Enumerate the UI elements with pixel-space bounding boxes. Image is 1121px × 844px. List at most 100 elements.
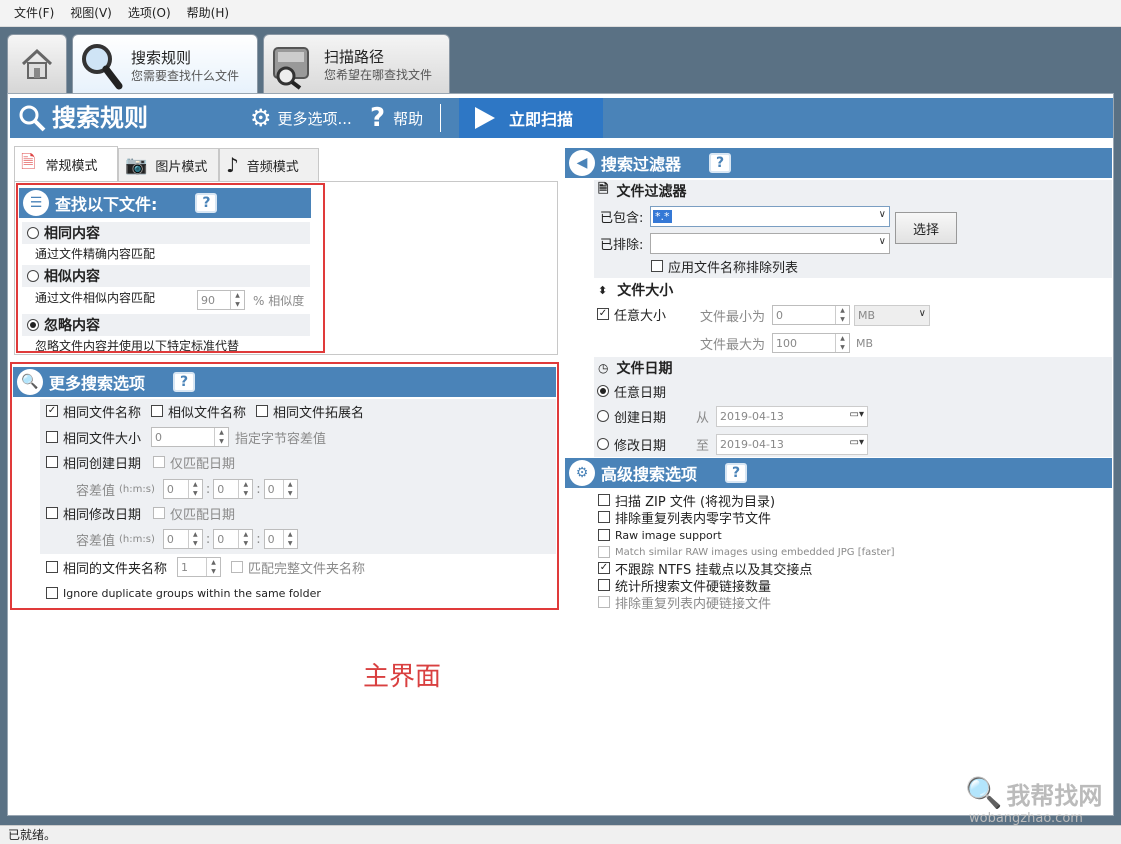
scan-now-button[interactable]: 立即扫描 — [459, 98, 603, 138]
gear-icon: ⚙ — [250, 104, 272, 132]
exclude-combo[interactable]: ∨ — [650, 232, 890, 254]
match-raw-checkbox[interactable] — [598, 546, 610, 558]
tab-image-mode[interactable]: 📷 图片模式 — [118, 148, 219, 181]
choose-button[interactable]: 选择 — [895, 212, 957, 244]
document-icon: 🗎 — [598, 182, 609, 197]
advanced-item: 统计所搜索文件硬链接数量 — [598, 577, 771, 595]
camera-icon: 📷 — [125, 154, 148, 176]
raw-image-label: Raw image support — [615, 528, 722, 542]
from-date-picker[interactable]: 2019-04-13 ▭▾ — [716, 405, 868, 427]
file-filter-label: 文件过滤器 — [616, 184, 687, 200]
menu-help[interactable]: 帮助(H) — [179, 0, 237, 27]
chevron-down-icon: ∨ — [878, 208, 886, 220]
clock-icon: ◷ — [598, 361, 609, 375]
advanced-item: ✓ 不跟踪 NTFS 挂载点以及其交接点 — [598, 560, 812, 578]
annotation-box — [10, 362, 559, 610]
match-raw-label: Match similar RAW images using embedded … — [615, 546, 895, 558]
include-row: 已包含: *.* ∨ — [600, 205, 890, 227]
any-size-checkbox[interactable]: ✓ — [597, 308, 609, 320]
calendar-icon: ▭▾ — [849, 436, 864, 448]
raw-image-checkbox[interactable] — [598, 529, 610, 541]
any-date-radio[interactable] — [597, 385, 609, 397]
apply-exclude-label: 应用文件名称排除列表 — [668, 260, 799, 276]
gear-icon: ⚙ — [569, 460, 595, 486]
tab-scan-path[interactable]: 扫描路径 您希望在哪查找文件 — [263, 34, 450, 94]
advanced-header: ⚙ 高级搜索选项 ? — [565, 458, 1112, 488]
menu-view[interactable]: 视图(V) — [62, 0, 120, 27]
exclude-hardlink-checkbox[interactable] — [598, 596, 610, 608]
tab-home[interactable] — [7, 34, 67, 93]
no-ntfs-checkbox[interactable]: ✓ — [598, 562, 610, 574]
more-options-button[interactable]: ⚙ 更多选项... — [250, 98, 352, 138]
size-unit-combo[interactable]: MB ∨ — [854, 304, 930, 326]
file-size-label: 文件大小 — [617, 283, 674, 299]
modified-date-row: 修改日期 至 2019-04-13 ▭▾ — [597, 433, 868, 455]
from-label: 从 — [696, 410, 710, 426]
magnifier-icon: 🔍 — [965, 776, 1003, 811]
scan-zip-checkbox[interactable] — [598, 494, 610, 506]
created-date-row: 创建日期 从 2019-04-13 ▭▾ — [597, 405, 868, 427]
status-bar: 已就绪。 — [0, 825, 1121, 844]
modified-date-label: 修改日期 — [614, 438, 667, 454]
tab-search-title: 搜索规则 — [131, 48, 192, 67]
advanced-item: 排除重复列表内零字节文件 — [598, 509, 772, 527]
modified-date-radio[interactable] — [597, 438, 609, 450]
caption-text: 主界面 — [363, 662, 442, 692]
magnifier-icon — [82, 43, 123, 89]
min-size-label: 文件最小为 — [700, 309, 766, 325]
created-date-label: 创建日期 — [614, 410, 667, 426]
max-unit-label: MB — [856, 336, 874, 350]
music-note-icon: ♪ — [226, 153, 239, 177]
help-button[interactable]: ? 帮助 — [370, 98, 423, 138]
chevron-down-icon: ∨ — [918, 307, 926, 319]
tab-audio-label: 音频模式 — [246, 159, 299, 175]
file-date-heading: ◷ 文件日期 — [598, 359, 672, 377]
max-size-stepper[interactable]: 100 ▲ ▼ — [772, 333, 850, 353]
any-size-row: ✓ 任意大小 — [597, 305, 666, 324]
advanced-title: 高级搜索选项 — [601, 465, 698, 484]
to-date-picker[interactable]: 2019-04-13 ▭▾ — [716, 433, 868, 455]
document-icon: 🗎 — [21, 151, 36, 173]
file-filter-heading: 🗎 文件过滤器 — [598, 182, 686, 200]
magnifier-icon — [19, 105, 46, 132]
menu-file[interactable]: 文件(F) — [6, 0, 62, 27]
apply-exclude-checkbox[interactable] — [651, 260, 663, 272]
filter-help-button[interactable]: ? — [709, 153, 732, 173]
tab-audio-mode[interactable]: ♪ 音频模式 — [219, 148, 319, 181]
max-size-row: 文件最大为 100 ▲ ▼ MB — [700, 332, 873, 354]
exclude-hardlink-label: 排除重复列表内硬链接文件 — [615, 596, 772, 612]
include-combo[interactable]: *.* ∨ — [650, 205, 890, 227]
exclude-zero-byte-label: 排除重复列表内零字节文件 — [615, 511, 772, 527]
calendar-icon: ▭▾ — [849, 408, 864, 420]
exclude-row: 已排除: ∨ — [600, 232, 890, 254]
menu-bar: 文件(F) 视图(V) 选项(O) 帮助(H) — [0, 0, 1121, 27]
hardlink-count-checkbox[interactable] — [598, 579, 610, 591]
play-icon — [475, 107, 495, 129]
advanced-item: Raw image support — [598, 527, 722, 543]
min-size-row: 文件最小为 0 ▲ ▼ MB ∨ — [700, 304, 930, 326]
advanced-help-button[interactable]: ? — [725, 463, 748, 483]
any-date-row[interactable]: 任意日期 — [597, 382, 667, 401]
created-date-radio[interactable] — [597, 410, 609, 422]
size-unit-value: MB — [858, 308, 876, 322]
include-value: *.* — [653, 209, 672, 223]
max-size-value: 100 — [776, 336, 797, 350]
any-date-label: 任意日期 — [614, 385, 667, 401]
from-date-value: 2019-04-13 — [720, 409, 784, 423]
apply-exclude-row: 应用文件名称排除列表 — [651, 258, 799, 276]
to-date-value: 2019-04-13 — [720, 437, 784, 451]
filter-header: ◀ 搜索过滤器 ? — [565, 148, 1112, 178]
tab-search-rules[interactable]: 搜索规则 您需要查找什么文件 — [72, 34, 258, 96]
filter-title: 搜索过滤器 — [601, 155, 682, 174]
file-date-label: 文件日期 — [616, 361, 673, 377]
toolbar: 搜索规则 ⚙ 更多选项... ? 帮助 立即扫描 — [10, 98, 1113, 138]
advanced-item: 扫描 ZIP 文件 (将视为目录) — [598, 492, 775, 510]
menu-options[interactable]: 选项(O) — [120, 0, 179, 27]
toolbar-title: 搜索规则 — [52, 104, 148, 132]
tab-normal-mode[interactable]: 🗎 常规模式 — [14, 146, 118, 182]
exclude-label: 已排除: — [600, 237, 644, 253]
exclude-zero-byte-checkbox[interactable] — [598, 511, 610, 523]
include-label: 已包含: — [600, 210, 644, 226]
drive-search-icon — [273, 46, 309, 90]
min-size-stepper[interactable]: 0 ▲ ▼ — [772, 305, 850, 325]
